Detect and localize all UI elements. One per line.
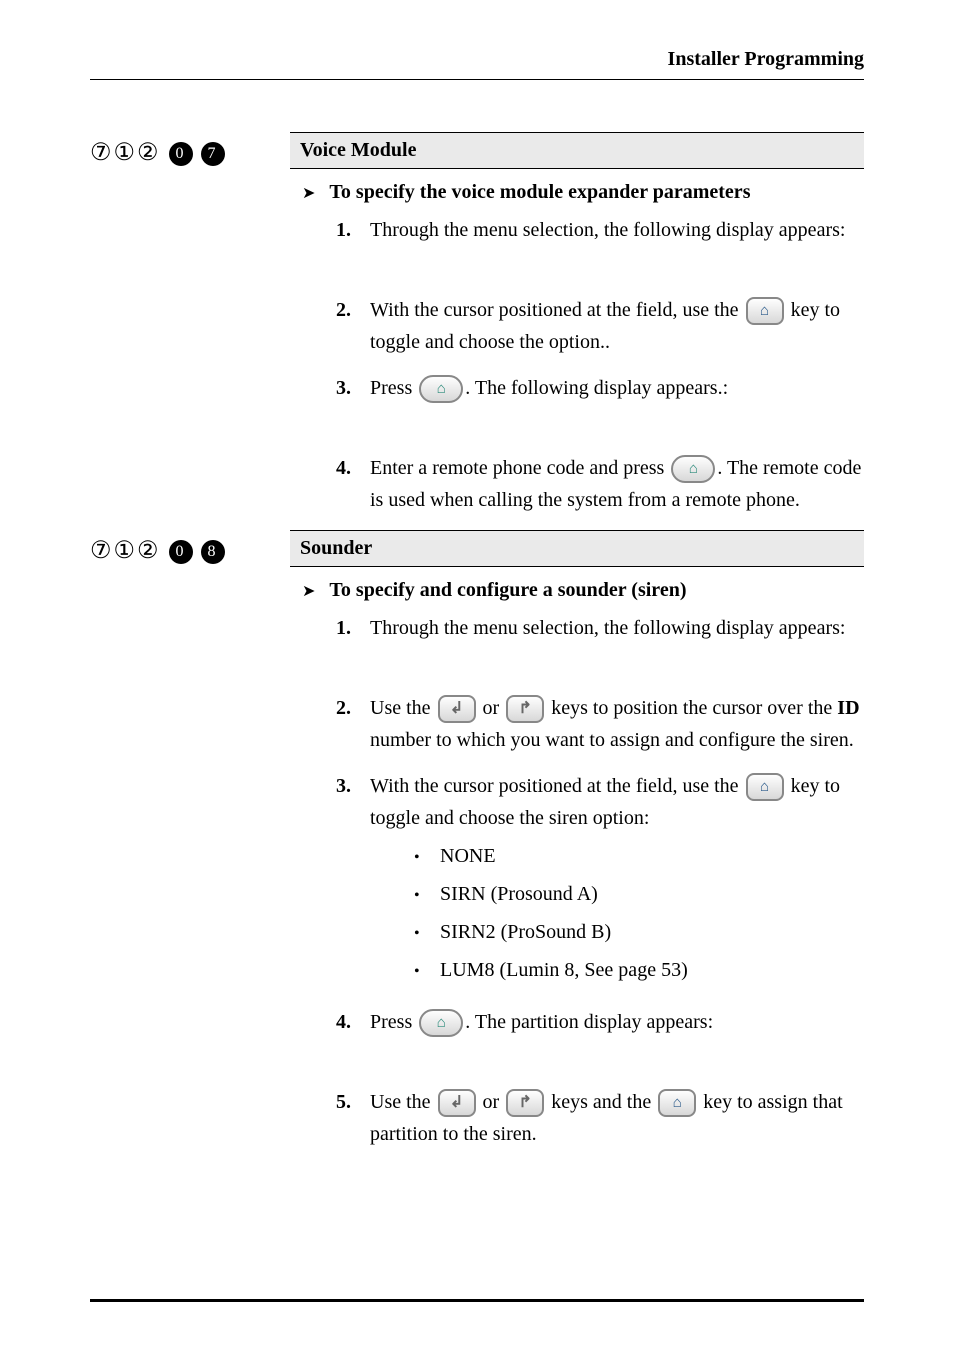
section-content: Sounder ➤ To specify and configure a sound…	[290, 530, 864, 1164]
step-list: 1.Through the menu selection, the follow…	[296, 214, 864, 516]
step-list: 1.Through the menu selection, the follow…	[296, 612, 864, 1150]
step-number: 1.	[336, 214, 370, 246]
procedure-heading: ➤ To specify the voice module expander pa…	[296, 181, 864, 204]
section-title: Sounder	[290, 530, 864, 567]
step-text: Use the or keys and the key to assign th…	[370, 1086, 864, 1150]
step-number: 1.	[336, 612, 370, 644]
bullet-text: LUM8 (Lumin 8, See page 53)	[440, 954, 688, 986]
down-arrow-key-icon	[438, 1089, 476, 1117]
arrow-marker-icon: ➤	[302, 183, 315, 203]
step-item: 4.Press . The partition display appears:	[336, 1006, 864, 1038]
bullet-item: •LUM8 (Lumin 8, See page 53)	[414, 954, 864, 986]
step-item: 2.Use the or keys to position the cursor…	[336, 692, 864, 756]
display-placeholder	[336, 658, 864, 692]
bullet-item: •SIRN (Prosound A)	[414, 878, 864, 910]
step-item: 1.Through the menu selection, the follow…	[336, 214, 864, 246]
step-text: With the cursor positioned at the field,…	[370, 294, 864, 358]
step-item: 2.With the cursor positioned at the fiel…	[336, 294, 864, 358]
step-text: Through the menu selection, the followin…	[370, 214, 864, 246]
bullet-item: •SIRN2 (ProSound B)	[414, 916, 864, 948]
step-number: 2.	[336, 294, 370, 358]
step-text: With the cursor positioned at the field,…	[370, 770, 864, 992]
step-text: Through the menu selection, the followin…	[370, 612, 864, 644]
section-title: Voice Module	[290, 132, 864, 169]
bullet-dot-icon: •	[414, 845, 440, 871]
page-header-title: Installer Programming	[668, 48, 864, 70]
circled-digits-open: ⑦①②	[90, 140, 161, 166]
procedure-heading-text: To specify and configure a sounder (sire…	[329, 579, 686, 602]
house-key-icon	[658, 1089, 696, 1117]
circled-digit-filled: 0	[169, 540, 193, 564]
circled-digit-filled: 7	[201, 142, 225, 166]
section-row: ⑦①② 0 7 Voice Module ➤ To specify the voice…	[90, 132, 864, 530]
circled-digit-filled: 0	[169, 142, 193, 166]
step-item: 1.Through the menu selection, the follow…	[336, 612, 864, 644]
section-row: ⑦①② 0 8 Sounder ➤ To specify and configure …	[90, 530, 864, 1164]
section-content: Voice Module ➤ To specify the voice module…	[290, 132, 864, 530]
bullet-dot-icon: •	[414, 883, 440, 909]
step-text: Enter a remote phone code and press . Th…	[370, 452, 864, 516]
display-placeholder	[336, 260, 864, 294]
circled-digits-open: ⑦①②	[90, 538, 161, 564]
step-number: 4.	[336, 452, 370, 516]
bullet-item: •NONE	[414, 840, 864, 872]
section-number-col: ⑦①② 0 8	[90, 530, 290, 1164]
circled-digit-filled: 8	[201, 540, 225, 564]
step-item: 3.Press . The following display appears.…	[336, 372, 864, 404]
step-number: 3.	[336, 372, 370, 404]
step-number: 4.	[336, 1006, 370, 1038]
step-item: 3.With the cursor positioned at the fiel…	[336, 770, 864, 992]
display-placeholder	[336, 418, 864, 452]
house-key-icon	[746, 773, 784, 801]
step-item: 4.Enter a remote phone code and press . …	[336, 452, 864, 516]
section-body: ➤ To specify the voice module expander pa…	[290, 181, 864, 516]
section-body: ➤ To specify and configure a sounder (sir…	[290, 579, 864, 1150]
step-number: 3.	[336, 770, 370, 992]
footer-rule	[90, 1299, 864, 1302]
bullet-dot-icon: •	[414, 959, 440, 985]
step-text: Press . The partition display appears:	[370, 1006, 864, 1038]
procedure-heading: ➤ To specify and configure a sounder (sir…	[296, 579, 864, 602]
house-key-icon	[746, 297, 784, 325]
display-placeholder	[336, 1052, 864, 1086]
step-text: Press . The following display appears.:	[370, 372, 864, 404]
bold-term: ID	[837, 697, 859, 719]
bullet-text: SIRN (Prosound A)	[440, 878, 598, 910]
bullet-text: SIRN2 (ProSound B)	[440, 916, 611, 948]
section-number-sequence: ⑦①② 0 8	[90, 538, 225, 564]
section-number-sequence: ⑦①② 0 7	[90, 140, 225, 166]
enter-key-icon	[419, 1009, 463, 1037]
up-arrow-key-icon	[506, 695, 544, 723]
step-item: 5.Use the or keys and the key to assign …	[336, 1086, 864, 1150]
down-arrow-key-icon	[438, 695, 476, 723]
procedure-heading-text: To specify the voice module expander par…	[329, 181, 750, 204]
page-header: Installer Programming	[90, 48, 864, 80]
enter-key-icon	[419, 375, 463, 403]
bullet-list: •NONE•SIRN (Prosound A)•SIRN2 (ProSound …	[370, 840, 864, 986]
bullet-dot-icon: •	[414, 921, 440, 947]
up-arrow-key-icon	[506, 1089, 544, 1117]
arrow-marker-icon: ➤	[302, 581, 315, 601]
step-number: 2.	[336, 692, 370, 756]
step-number: 5.	[336, 1086, 370, 1150]
enter-key-icon	[671, 455, 715, 483]
step-text: Use the or keys to position the cursor o…	[370, 692, 864, 756]
section-number-col: ⑦①② 0 7	[90, 132, 290, 530]
bullet-text: NONE	[440, 840, 496, 872]
